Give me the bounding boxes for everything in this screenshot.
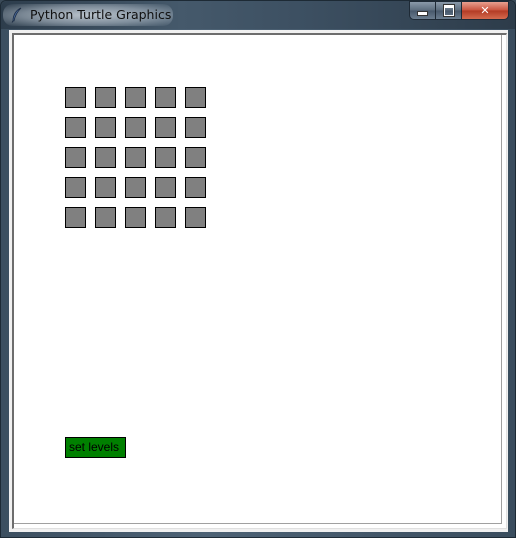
grid-tile[interactable] xyxy=(125,147,146,168)
maximize-icon xyxy=(442,4,455,17)
feather-icon xyxy=(11,7,22,23)
turtle-window: Python Turtle Graphics ✕ set levels xyxy=(0,0,516,538)
grid-tile[interactable] xyxy=(155,87,176,108)
grid-tile[interactable] xyxy=(65,207,86,228)
grid-tile[interactable] xyxy=(125,117,146,138)
grid-tile[interactable] xyxy=(185,177,206,198)
set-levels-button[interactable]: set levels xyxy=(65,437,126,458)
grid-tile[interactable] xyxy=(125,87,146,108)
window-title: Python Turtle Graphics xyxy=(30,7,172,22)
close-button[interactable]: ✕ xyxy=(462,1,509,20)
grid-tile[interactable] xyxy=(65,117,86,138)
grid-tile[interactable] xyxy=(95,87,116,108)
minimize-button[interactable] xyxy=(409,1,436,20)
window-controls: ✕ xyxy=(409,1,509,20)
grid-tile[interactable] xyxy=(185,207,206,228)
grid-tile[interactable] xyxy=(125,177,146,198)
canvas-inner-border-bottom xyxy=(14,523,502,524)
grid-tile[interactable] xyxy=(155,207,176,228)
close-icon: ✕ xyxy=(480,4,490,17)
grid-tile[interactable] xyxy=(95,147,116,168)
window-client-area: set levels xyxy=(9,30,508,532)
minimize-icon xyxy=(417,11,428,16)
tile-grid xyxy=(65,87,206,228)
turtle-canvas[interactable]: set levels xyxy=(12,33,507,529)
grid-tile[interactable] xyxy=(155,117,176,138)
maximize-button[interactable] xyxy=(436,1,462,20)
grid-tile[interactable] xyxy=(95,207,116,228)
grid-tile[interactable] xyxy=(95,177,116,198)
title-bar[interactable]: Python Turtle Graphics ✕ xyxy=(1,1,515,29)
grid-tile[interactable] xyxy=(95,117,116,138)
grid-tile[interactable] xyxy=(185,147,206,168)
grid-tile[interactable] xyxy=(185,87,206,108)
grid-tile[interactable] xyxy=(155,147,176,168)
grid-tile[interactable] xyxy=(65,147,86,168)
grid-tile[interactable] xyxy=(125,207,146,228)
grid-tile[interactable] xyxy=(185,117,206,138)
grid-tile[interactable] xyxy=(65,177,86,198)
canvas-inner-border xyxy=(498,35,502,524)
grid-tile[interactable] xyxy=(155,177,176,198)
grid-tile[interactable] xyxy=(65,87,86,108)
